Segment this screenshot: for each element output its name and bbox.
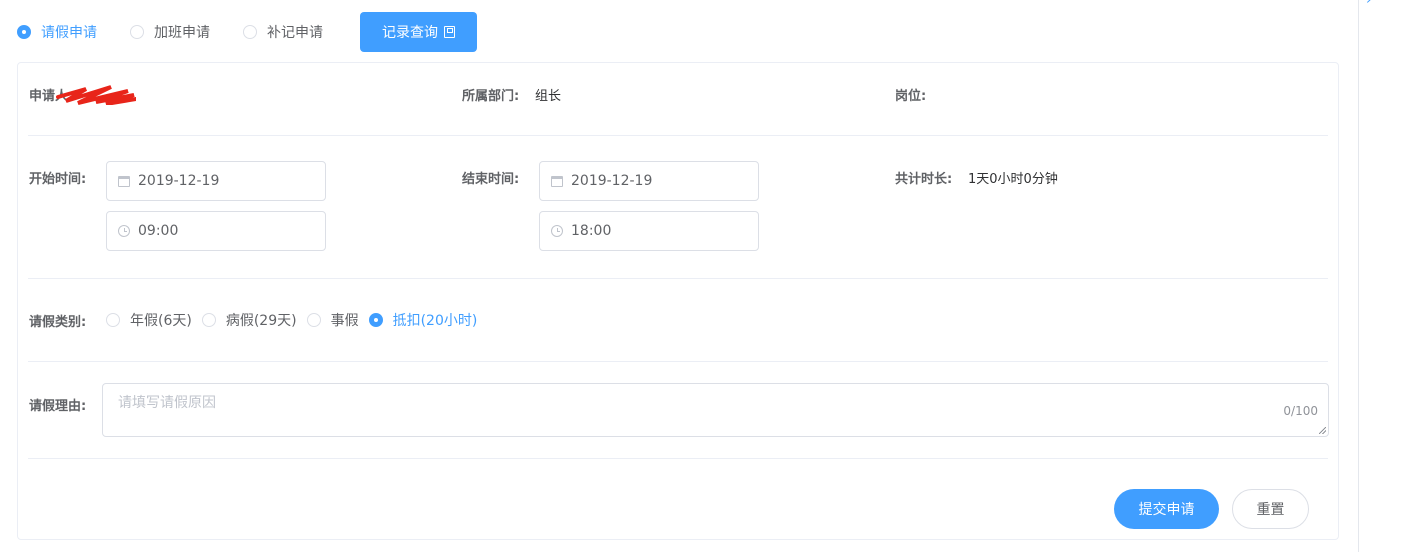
leave-type-radio-group: 年假(6天) 病假(29天) 事假 抵扣(20小时) (106, 310, 487, 330)
reason-char-counter: 0/100 (1283, 404, 1318, 418)
calendar-icon (118, 175, 130, 187)
tab-overtime-radio[interactable] (130, 25, 144, 39)
calendar-icon (551, 175, 563, 187)
duration-value: 1天0小时0分钟 (968, 172, 1058, 187)
end-time-label: 结束时间: (462, 172, 520, 187)
leave-type-deduct[interactable]: 抵扣(20小时) (368, 310, 478, 330)
divider (28, 135, 1328, 136)
chevron-right-icon[interactable]: › (1366, 0, 1372, 8)
leave-type-sick-label: 病假(29天) (225, 313, 297, 329)
leave-type-annual[interactable]: 年假(6天) (106, 310, 192, 330)
reason-textarea[interactable]: 请填写请假原因 0/100 (102, 383, 1329, 437)
resize-handle-icon[interactable] (1319, 427, 1326, 434)
save-icon (444, 26, 455, 38)
start-time-value: 09:00 (138, 223, 179, 239)
department-label: 所属部门: (462, 89, 520, 104)
tab-leave[interactable]: 请假申请 (17, 22, 97, 42)
record-query-button[interactable]: 记录查询 (360, 12, 477, 52)
radio-icon[interactable] (368, 313, 383, 327)
radio-icon[interactable] (106, 313, 120, 327)
clock-icon (118, 225, 130, 237)
right-panel-divider (1358, 0, 1359, 552)
clock-icon (551, 225, 563, 237)
start-time-picker[interactable]: 09:00 (106, 211, 326, 251)
redaction-scribble (56, 85, 136, 105)
leave-type-sick[interactable]: 病假(29天) (201, 310, 297, 330)
tab-overtime-label: 加班申请 (154, 25, 210, 41)
end-time-picker[interactable]: 18:00 (539, 211, 759, 251)
tab-supplement-radio[interactable] (243, 25, 257, 39)
start-date-picker[interactable]: 2019-12-19 (106, 161, 326, 201)
duration-label: 共计时长: (895, 172, 953, 187)
reason-placeholder: 请填写请假原因 (118, 395, 216, 411)
leave-type-label: 请假类别: (29, 315, 87, 330)
reason-label: 请假理由: (29, 399, 87, 414)
record-query-label: 记录查询 (382, 25, 438, 41)
start-date-value: 2019-12-19 (138, 173, 220, 189)
leave-type-annual-label: 年假(6天) (130, 313, 192, 329)
divider (28, 278, 1328, 279)
divider (28, 458, 1328, 459)
leave-type-personal-label: 事假 (330, 313, 359, 329)
tab-overtime[interactable]: 加班申请 (130, 22, 210, 42)
submit-button[interactable]: 提交申请 (1114, 489, 1219, 529)
reset-button[interactable]: 重置 (1232, 489, 1309, 529)
leave-type-personal[interactable]: 事假 (306, 310, 359, 330)
application-type-tabs: 请假申请 加班申请 补记申请 (17, 12, 356, 52)
department-value: 组长 (535, 89, 562, 104)
radio-icon[interactable] (306, 313, 321, 327)
tab-leave-label: 请假申请 (41, 25, 97, 41)
leave-form-card: 申请人: 所属部门: 组长 岗位: 开始时间: 2019-12-19 09:00… (17, 62, 1339, 540)
end-date-value: 2019-12-19 (571, 173, 653, 189)
end-date-picker[interactable]: 2019-12-19 (539, 161, 759, 201)
divider (28, 361, 1328, 362)
position-label: 岗位: (895, 89, 927, 104)
tab-supplement-label: 补记申请 (267, 25, 323, 41)
start-time-label: 开始时间: (29, 172, 87, 187)
tab-leave-radio[interactable] (17, 25, 31, 39)
leave-type-deduct-label: 抵扣(20小时) (392, 313, 478, 329)
end-time-value: 18:00 (571, 223, 612, 239)
radio-icon[interactable] (201, 313, 216, 327)
tab-supplement[interactable]: 补记申请 (243, 22, 323, 42)
